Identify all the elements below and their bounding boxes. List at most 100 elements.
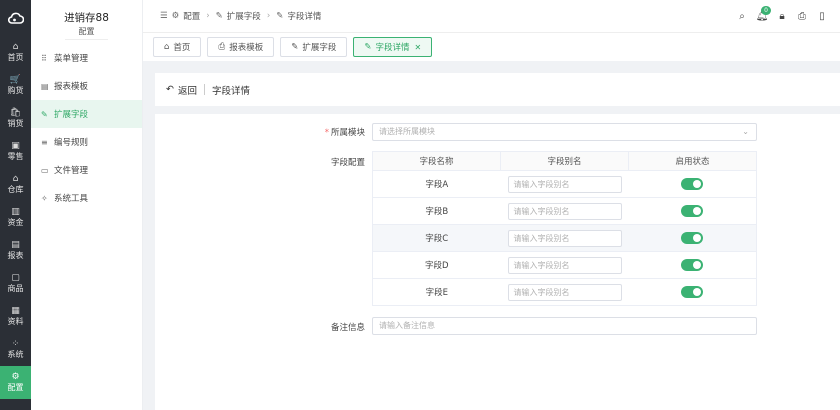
gear-icon: ⚙	[11, 372, 20, 382]
enable-toggle[interactable]	[681, 205, 704, 217]
enable-toggle[interactable]	[681, 232, 704, 244]
sidebar-item-label: 系统工具	[54, 194, 89, 204]
cart-icon: 🛒	[9, 75, 22, 85]
folder-icon: ▭	[41, 165, 49, 175]
enable-toggle[interactable]	[681, 286, 704, 298]
rail-item-reports[interactable]: ▤ 报表	[0, 234, 31, 267]
rail-item-purchase[interactable]: 🛒 购货	[0, 69, 31, 102]
database-icon: ▦	[11, 306, 20, 316]
field-name-cell: 字段E	[372, 278, 501, 306]
field-alias-input[interactable]: 请输入字段别名	[507, 175, 622, 193]
back-arrow-icon[interactable]: ↶	[166, 84, 174, 95]
sidebar-item-label: 编号规则	[54, 138, 89, 148]
field-alias-input[interactable]: 请输入字段别名	[507, 229, 622, 247]
column-header: 字段名称	[372, 151, 501, 171]
rail-item-funds[interactable]: ▥ 资金	[0, 201, 31, 234]
rail-item-warehouse[interactable]: ⌂ 仓库	[0, 168, 31, 201]
rail-item-system[interactable]: ⁘ 系统	[0, 333, 31, 366]
breadcrumb-item-current: 字段详情	[287, 12, 322, 22]
sidebar-item-label: 文件管理	[54, 166, 89, 176]
rail-item-config[interactable]: ⚙ 配置	[0, 366, 31, 399]
tab-report-template[interactable]: ⎙ 报表模板	[207, 37, 275, 57]
rail-item-products[interactable]: ▢ 商品	[0, 267, 31, 300]
field-name-cell: 字段A	[372, 170, 501, 198]
tab-home[interactable]: ⌂ 首页	[153, 37, 202, 57]
page-tabs: ⌂ 首页 ⎙ 报表模板 ✎ 扩展字段 ✎ 字段详情 ✕	[143, 33, 840, 61]
search-icon[interactable]: ⌕	[732, 11, 752, 22]
app-logo	[0, 0, 31, 36]
fields-table: 字段名称 字段别名 启用状态 字段A 请输入字段别名 字段B 请输入字段别名 字…	[372, 151, 757, 306]
warehouse-icon: ⌂	[12, 174, 19, 184]
field-detail-form: * 所属模块 请选择所属模块 ⌄ 字段配置 字段名称 字段别名 启用状态 字段A …	[155, 114, 840, 410]
sidebar-item-report-template[interactable]: ▤ 报表模板	[31, 72, 142, 100]
menu-grid-icon: ⠿	[41, 53, 47, 63]
gear-icon: ⚙	[171, 11, 180, 21]
app-title: 进销存88	[64, 12, 109, 24]
mobile-icon[interactable]: ▯	[812, 11, 832, 22]
enable-toggle[interactable]	[681, 259, 704, 271]
sidebar-item-file-management[interactable]: ▭ 文件管理	[31, 156, 142, 184]
field-alias-input[interactable]: 请输入字段别名	[507, 256, 622, 274]
breadcrumb-item[interactable]: 扩展字段	[227, 10, 261, 22]
sidebar-item-menu-management[interactable]: ⠿ 菜单管理	[31, 44, 142, 72]
report-icon: ▤	[11, 240, 20, 250]
page-title: 字段详情	[211, 85, 250, 97]
enable-toggle[interactable]	[681, 178, 704, 190]
edit-icon: ✎	[215, 11, 223, 21]
breadcrumb: ☰ ⚙ 配置 › ✎ 扩展字段 › ✎ 字段详情	[160, 10, 321, 22]
close-icon[interactable]: ✕	[415, 43, 422, 52]
field-name-cell: 字段D	[372, 251, 501, 279]
remark-input[interactable]: 请输入备注信息	[372, 317, 757, 335]
rail-item-label: 商品	[7, 284, 24, 293]
edit-icon: ✎	[364, 42, 372, 52]
rail-item-sales[interactable]: 🛍 销货	[0, 102, 31, 135]
tab-label: 首页	[173, 43, 191, 53]
home-icon: ⌂	[164, 42, 170, 52]
module-label: * 所属模块	[305, 126, 365, 138]
notification-badge: 0	[761, 6, 771, 15]
main-nav-rail: ⌂ 首页 🛒 购货 🛍 销货 ▣ 零售 ⌂ 仓库 ▥ 资金 ▤ 报表 ▢ 商品 ▦ 资料 ⁘ 系统 …	[0, 0, 31, 410]
chevron-right-icon: ›	[206, 11, 210, 21]
field-alias-input[interactable]: 请输入字段别名	[507, 202, 622, 220]
lock-icon[interactable]: 🔒︎	[772, 11, 792, 22]
printer-icon[interactable]: ⎙	[792, 11, 812, 22]
sidebar-item-system-tools[interactable]: ✧ 系统工具	[31, 184, 142, 212]
breadcrumb-item[interactable]: 配置	[183, 10, 200, 22]
menu-fold-icon[interactable]: ☰	[160, 11, 168, 21]
column-header: 字段别名	[500, 151, 629, 171]
rail-item-retail[interactable]: ▣ 零售	[0, 135, 31, 168]
top-header: ☰ ⚙ 配置 › ✎ 扩展字段 › ✎ 字段详情 ⌕ 🔔︎ 0 🔒︎ ⎙ ▯	[143, 0, 840, 33]
tab-label: 字段详情	[375, 43, 410, 53]
back-button[interactable]: 返回	[178, 83, 197, 97]
wallet-icon: ▥	[11, 207, 20, 217]
table-row: 字段C 请输入字段别名	[372, 224, 757, 252]
rail-item-data[interactable]: ▦ 资料	[0, 300, 31, 333]
divider	[203, 84, 205, 95]
sidebar-item-label: 菜单管理	[54, 54, 89, 64]
rail-item-home[interactable]: ⌂ 首页	[0, 36, 31, 69]
cloud-logo-icon	[7, 12, 24, 24]
sidebar-item-extended-fields[interactable]: ✎ 扩展字段	[31, 100, 142, 128]
home-icon: ⌂	[12, 42, 19, 52]
printer-icon: ⎙	[218, 42, 226, 52]
tab-label: 报表模板	[229, 43, 264, 53]
printer-icon: ▤	[41, 81, 49, 91]
tab-extended-fields[interactable]: ✎ 扩展字段	[280, 37, 348, 57]
module-select[interactable]: 请选择所属模块 ⌄	[372, 123, 757, 141]
remark-label: 备注信息	[330, 323, 365, 333]
table-row: 字段D 请输入字段别名	[372, 251, 757, 279]
box-icon: ▢	[11, 273, 20, 283]
chevron-down-icon: ⌄	[742, 127, 749, 136]
rail-item-label: 首页	[7, 53, 24, 62]
rail-item-label: 销货	[7, 119, 24, 128]
sidebar-section-title: 配置	[65, 26, 108, 40]
rail-item-label: 零售	[7, 152, 24, 161]
bell-icon[interactable]: 🔔︎ 0	[752, 6, 772, 22]
field-name-cell: 字段C	[372, 224, 501, 252]
field-alias-input[interactable]: 请输入字段别名	[507, 283, 622, 301]
header-actions: ⌕ 🔔︎ 0 🔒︎ ⎙ ▯	[732, 0, 832, 33]
sidebar-item-label: 扩展字段	[54, 110, 89, 120]
sidebar-item-numbering-rules[interactable]: ≡ 编号规则	[31, 128, 142, 156]
tab-field-details[interactable]: ✎ 字段详情 ✕	[353, 37, 433, 57]
rail-item-label: 购货	[7, 86, 24, 95]
